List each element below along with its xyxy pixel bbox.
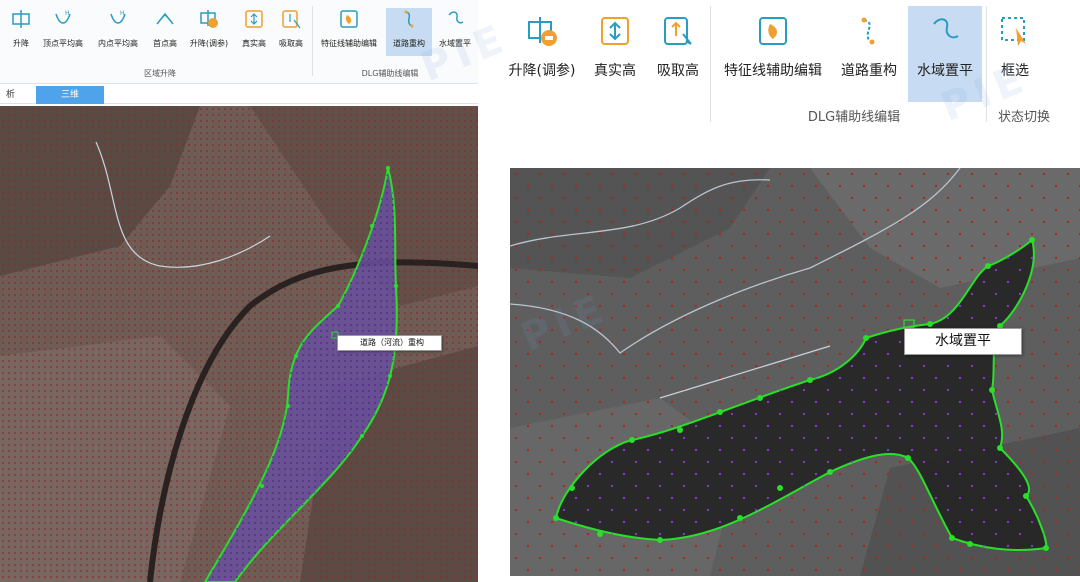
true-height-label: 真实高 xyxy=(594,63,636,79)
right-ribbon: 升降(调参) 真实高 吸取高 特征线辅助编辑 道路重构 水域置平 框选 DLG辅… xyxy=(504,0,1080,128)
feature-line-edit-button[interactable]: 特征线辅助编辑 xyxy=(716,6,830,102)
raise-lower-icon xyxy=(12,10,30,28)
road-reconstruct-tooltip: 道路（河流）重构 xyxy=(337,335,442,351)
raise-lower-adjust-icon xyxy=(200,10,218,28)
true-height-icon xyxy=(601,17,629,45)
pick-height-button[interactable]: 吸取高 xyxy=(650,6,706,102)
group-label-state-switch: 状态切换 xyxy=(997,110,1050,125)
ribbon-separator xyxy=(986,6,987,122)
raise-lower-adjust-icon xyxy=(528,17,557,46)
water-flatten-label: 水域置平 xyxy=(917,63,973,79)
pick-height-icon xyxy=(664,17,692,45)
raise-lower-adjust-label: 升降(调参) xyxy=(508,63,576,79)
feature-line-edit-label: 特征线辅助编辑 xyxy=(321,39,377,48)
right-panel: 升降(调参) 真实高 吸取高 特征线辅助编辑 道路重构 水域置平 框选 DLG辅… xyxy=(504,0,1080,582)
road-reconstruct-button[interactable]: 道路重构 xyxy=(386,8,432,56)
ribbon-separator xyxy=(710,6,711,122)
left-ribbon: 升降 H 顶点平均高 H 内点平均高 首点高 升降(调参) 真实高 吸取高 特征… xyxy=(0,0,478,84)
road-reconstruct-label: 道路重构 xyxy=(841,63,897,79)
feature-line-edit-icon xyxy=(340,10,358,28)
raise-lower-adjust-label: 升降(调参) xyxy=(189,39,229,48)
group-label-dlg-edit: DLG辅助线编辑 xyxy=(361,69,419,78)
road-reconstruct-icon xyxy=(404,10,414,28)
water-flatten-button[interactable]: 水域置平 xyxy=(908,6,982,102)
ribbon-separator xyxy=(312,6,313,76)
road-reconstruct-icon xyxy=(861,17,875,45)
water-flatten-tooltip: 水域置平 xyxy=(904,328,1022,355)
true-height-icon xyxy=(245,10,263,28)
pick-height-button[interactable]: 吸取高 xyxy=(274,8,308,56)
first-point-height-label: 首点高 xyxy=(153,39,177,48)
pick-height-icon xyxy=(282,10,301,29)
tab-3d[interactable]: 三维 xyxy=(36,86,104,104)
raise-lower-button[interactable]: 升降 xyxy=(6,8,36,56)
true-height-label: 真实高 xyxy=(242,39,266,48)
first-point-height-button[interactable]: 首点高 xyxy=(148,8,182,56)
water-flatten-icon xyxy=(933,18,959,39)
left-tab-bar: 析 三维 xyxy=(0,84,478,104)
tab-analysis[interactable]: 析 xyxy=(0,86,21,104)
interior-average-height-button[interactable]: H 内点平均高 xyxy=(94,8,142,56)
interior-average-height-label: 内点平均高 xyxy=(98,39,138,48)
box-select-label: 框选 xyxy=(1001,63,1029,79)
svg-text:H: H xyxy=(120,10,125,17)
right-map-view[interactable] xyxy=(510,168,1080,576)
vertex-average-height-label: 顶点平均高 xyxy=(43,39,83,48)
right-map-canvas[interactable] xyxy=(510,168,1080,576)
raise-lower-adjust-button[interactable]: 升降(调参) xyxy=(504,6,580,102)
svg-text:H: H xyxy=(65,10,70,17)
road-reconstruct-button[interactable]: 道路重构 xyxy=(834,6,904,102)
water-flatten-icon xyxy=(448,11,464,24)
left-panel: 升降 H 顶点平均高 H 内点平均高 首点高 升降(调参) 真实高 吸取高 特征… xyxy=(0,0,478,582)
true-height-button[interactable]: 真实高 xyxy=(238,8,270,56)
pick-height-label: 吸取高 xyxy=(279,39,303,48)
pick-height-label: 吸取高 xyxy=(657,63,699,79)
group-label-dlg-edit: DLG辅助线编辑 xyxy=(807,110,901,125)
vertex-average-height-button[interactable]: H 顶点平均高 xyxy=(40,8,86,56)
box-select-button[interactable]: 框选 xyxy=(990,6,1040,102)
road-reconstruct-label: 道路重构 xyxy=(393,39,425,48)
water-flatten-label: 水域置平 xyxy=(439,39,471,48)
first-point-height-icon xyxy=(156,12,174,25)
water-flatten-button[interactable]: 水域置平 xyxy=(434,8,476,56)
raise-lower-adjust-button[interactable]: 升降(调参) xyxy=(186,8,232,56)
vertex-average-height-icon: H xyxy=(55,10,71,24)
group-label-region-raise: 区域升降 xyxy=(144,69,176,78)
feature-line-edit-icon xyxy=(759,17,787,45)
interior-average-height-icon: H xyxy=(110,10,126,24)
feature-line-edit-button[interactable]: 特征线辅助编辑 xyxy=(316,8,382,56)
true-height-button[interactable]: 真实高 xyxy=(584,6,646,102)
feature-line-edit-label: 特征线辅助编辑 xyxy=(724,63,822,79)
screenshot-root: 升降 H 顶点平均高 H 内点平均高 首点高 升降(调参) 真实高 吸取高 特征… xyxy=(0,0,1080,582)
raise-lower-label: 升降 xyxy=(13,39,29,48)
box-select-icon xyxy=(1001,17,1026,46)
